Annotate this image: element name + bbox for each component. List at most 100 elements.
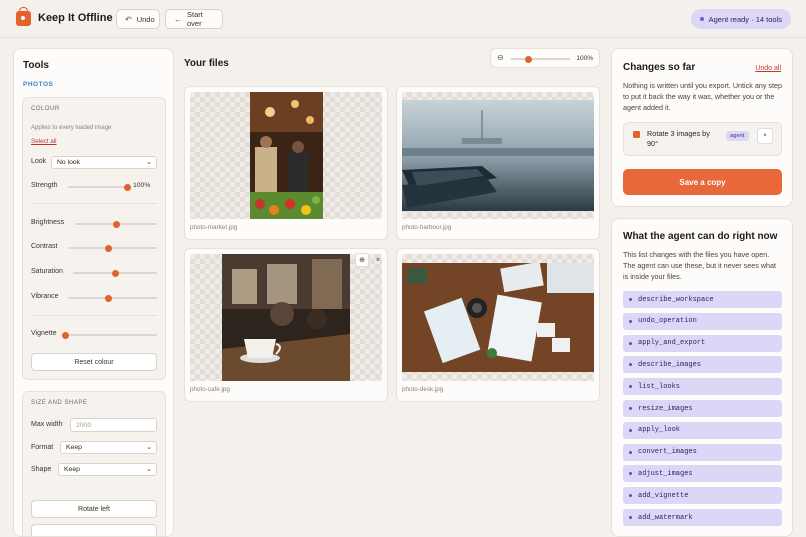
tools-title: Tools: [23, 60, 49, 71]
look-select[interactable]: No look ⌄: [51, 156, 157, 169]
shape-label: Shape: [31, 466, 52, 473]
max-width-input[interactable]: 2000: [70, 418, 157, 432]
tool-item: undo_operation: [623, 312, 782, 330]
format-select[interactable]: Keep ⌄: [60, 441, 157, 454]
tool-item: adjust_images: [623, 465, 782, 483]
tool-name: convert_images: [638, 448, 697, 457]
bullet-icon: [629, 450, 632, 454]
agent-status-badge: Agent ready · 14 tools: [690, 9, 791, 29]
divider: [31, 203, 157, 204]
tool-name: describe_workspace: [638, 295, 714, 304]
shape-value: Keep: [64, 466, 80, 473]
vignette-slider[interactable]: [61, 331, 157, 339]
zoom-slider-thumb[interactable]: [525, 55, 533, 63]
file-name: photo-market.jpg: [190, 224, 238, 231]
tool-name: apply_and_export: [638, 339, 706, 348]
bullet-icon: [629, 319, 632, 323]
app-title: Keep It Offline: [38, 12, 113, 24]
file-name: photo-cafe.jpg: [190, 386, 230, 393]
divider: [31, 315, 157, 316]
agent-badge: agent: [726, 131, 749, 141]
brightness-label: Brightness: [31, 219, 65, 226]
start-over-label: Start over: [187, 10, 203, 28]
slider-thumb[interactable]: [61, 331, 69, 339]
remove-change-button[interactable]: ×: [757, 128, 773, 144]
vignette-label: Vignette: [31, 330, 57, 337]
slider-thumb[interactable]: [111, 269, 119, 277]
changes-description: Nothing is written until you export. Unt…: [623, 81, 782, 112]
shopping-bag-logo-icon: [16, 7, 31, 26]
changes-title: Changes so far: [623, 62, 696, 73]
save-copy-button[interactable]: Save a copy: [623, 169, 782, 195]
look-value: No look: [57, 159, 81, 166]
zoom-value: 100%: [576, 55, 593, 62]
zoom-control: ⊖ 100%: [490, 48, 600, 68]
rotate-left-button[interactable]: Rotate left: [31, 500, 157, 518]
max-width-label: Max width: [31, 421, 63, 428]
colour-title: COLOUR: [31, 106, 60, 112]
look-label: Look: [31, 158, 47, 165]
strength-slider[interactable]: [68, 183, 131, 191]
file-card[interactable]: photo-harbour.jpg: [396, 86, 600, 240]
tool-name: adjust_images: [638, 469, 693, 478]
capabilities-description: This list changes with the files you hav…: [623, 250, 777, 281]
agent-status-text: Agent ready · 14 tools: [708, 14, 782, 24]
bullet-icon: [629, 341, 632, 345]
slider-thumb[interactable]: [123, 183, 131, 191]
start-over-button[interactable]: ← Start over: [165, 9, 223, 29]
tool-item: describe_workspace: [623, 291, 782, 308]
file-name: photo-harbour.jpg: [402, 224, 452, 231]
reset-colour-button[interactable]: Reset colour: [31, 353, 157, 371]
bullet-icon: [629, 298, 632, 301]
files-title: Your files: [184, 58, 229, 69]
shape-select[interactable]: Keep ⌄: [58, 463, 157, 476]
next-tool-button[interactable]: [31, 524, 157, 536]
brightness-slider[interactable]: [75, 220, 157, 228]
desk-photo: [402, 263, 594, 372]
tool-item: resize_images: [623, 400, 782, 417]
change-checkbox[interactable]: [633, 131, 640, 138]
saturation-slider[interactable]: [73, 269, 157, 277]
tool-name: apply_look: [638, 426, 681, 435]
tool-item: add_vignette: [623, 487, 782, 505]
tool-item: list_looks: [623, 378, 782, 396]
size-shape-group: SIZE AND SHAPE Max width 2000 Format Kee…: [22, 391, 166, 536]
zoom-in-icon[interactable]: ⊕: [355, 253, 369, 267]
tool-name: add_watermark: [638, 513, 693, 522]
select-all-link[interactable]: Select all: [31, 138, 57, 145]
slider-thumb[interactable]: [112, 220, 120, 228]
arrow-left-icon: ←: [174, 14, 182, 24]
zoom-out-icon[interactable]: ⊖: [497, 53, 504, 62]
market-photo: [250, 92, 323, 219]
vibrance-slider[interactable]: [68, 294, 157, 302]
bullet-icon: [629, 407, 632, 410]
file-card[interactable]: photo-desk.jpg: [396, 248, 600, 402]
bullet-icon: [629, 472, 632, 476]
undo-icon: ↶: [125, 14, 132, 24]
photos-section-label: PHOTOS: [23, 81, 54, 88]
change-item: Rotate 3 images by 90° agent ×: [623, 122, 782, 156]
tool-item: convert_images: [623, 443, 782, 461]
colour-group: COLOUR Applies to every loaded image Sel…: [22, 97, 166, 380]
slider-thumb[interactable]: [105, 244, 113, 252]
zoom-slider[interactable]: [511, 55, 570, 63]
changes-panel: Changes so far Undo all Nothing is writt…: [611, 48, 793, 207]
tool-item: apply_look: [623, 421, 782, 439]
bullet-icon: [629, 516, 632, 519]
file-card[interactable]: photo-market.jpg: [184, 86, 388, 240]
capabilities-title: What the agent can do right now: [623, 231, 778, 242]
tool-name: describe_images: [638, 360, 702, 369]
image-preview: [402, 92, 594, 219]
slider-thumb[interactable]: [104, 294, 112, 302]
chevron-down-icon: ⌄: [146, 466, 152, 473]
file-card[interactable]: ⊕ × photo-cafe.jpg: [184, 248, 388, 402]
app-header: Keep It Offline ↶ Undo ← Start over Agen…: [0, 0, 806, 38]
undo-button[interactable]: ↶ Undo: [116, 9, 160, 29]
undo-label: Undo: [136, 14, 155, 24]
cafe-photo: [222, 254, 350, 381]
image-preview: [190, 92, 382, 219]
tool-name: undo_operation: [638, 317, 697, 326]
close-icon[interactable]: ×: [371, 253, 385, 267]
undo-all-link[interactable]: Undo all: [755, 65, 781, 72]
contrast-slider[interactable]: [69, 244, 157, 252]
